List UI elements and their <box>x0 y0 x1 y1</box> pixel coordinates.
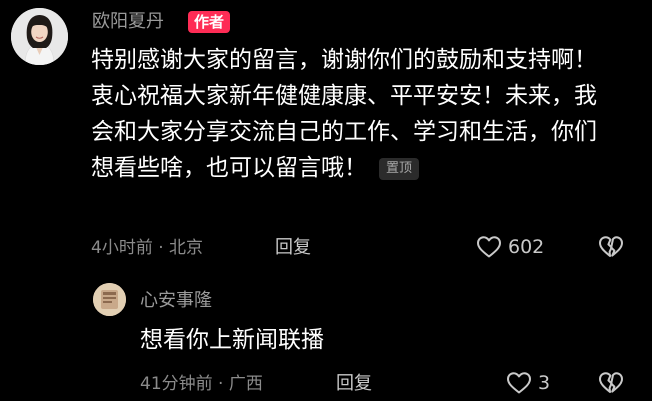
reply-dislike-button[interactable] <box>598 371 624 399</box>
comment-time: 4小时前 <box>91 238 153 258</box>
pinned-badge: 置顶 <box>379 158 420 180</box>
reply-author-avatar[interactable] <box>93 283 126 316</box>
heart-outline-icon <box>477 236 501 258</box>
author-avatar[interactable] <box>11 8 68 65</box>
like-count: 602 <box>508 236 545 258</box>
broken-heart-icon <box>599 372 623 393</box>
comment-body: 特别感谢大家的留言，谢谢你们的鼓励和支持啊！衷心祝福大家新年健健康康、平平安安！… <box>91 42 611 186</box>
avatar-image-icon <box>93 283 126 316</box>
reply-like-count: 3 <box>538 372 551 394</box>
reply-author-name[interactable]: 心安事隆 <box>140 289 212 313</box>
broken-heart-icon <box>599 236 623 257</box>
like-button[interactable]: 602 <box>476 235 544 259</box>
reply-time: 41分钟前 <box>140 374 213 394</box>
comment-author-name[interactable]: 欧阳夏丹 <box>92 10 164 34</box>
reply-meta: 41分钟前 · 广西 <box>140 374 263 394</box>
comment-text: 特别感谢大家的留言，谢谢你们的鼓励和支持啊！衷心祝福大家新年健健康康、平平安安！… <box>91 47 597 181</box>
author-badge: 作者 <box>188 11 231 33</box>
comment-location: 北京 <box>169 238 204 258</box>
comment-meta: 4小时前 · 北京 <box>91 238 204 258</box>
reply-like-button[interactable]: 3 <box>506 371 550 395</box>
reply-reply-button[interactable]: 回复 <box>336 373 372 395</box>
reply-button[interactable]: 回复 <box>275 237 311 259</box>
person-portrait-icon <box>11 8 68 65</box>
comment-thread: 欧阳夏丹 作者 特别感谢大家的留言，谢谢你们的鼓励和支持啊！衷心祝福大家新年健健… <box>0 0 652 401</box>
heart-outline-icon <box>507 372 531 394</box>
reply-text: 想看你上新闻联播 <box>140 327 324 353</box>
dislike-button[interactable] <box>598 235 624 263</box>
reply-location: 广西 <box>228 374 263 394</box>
